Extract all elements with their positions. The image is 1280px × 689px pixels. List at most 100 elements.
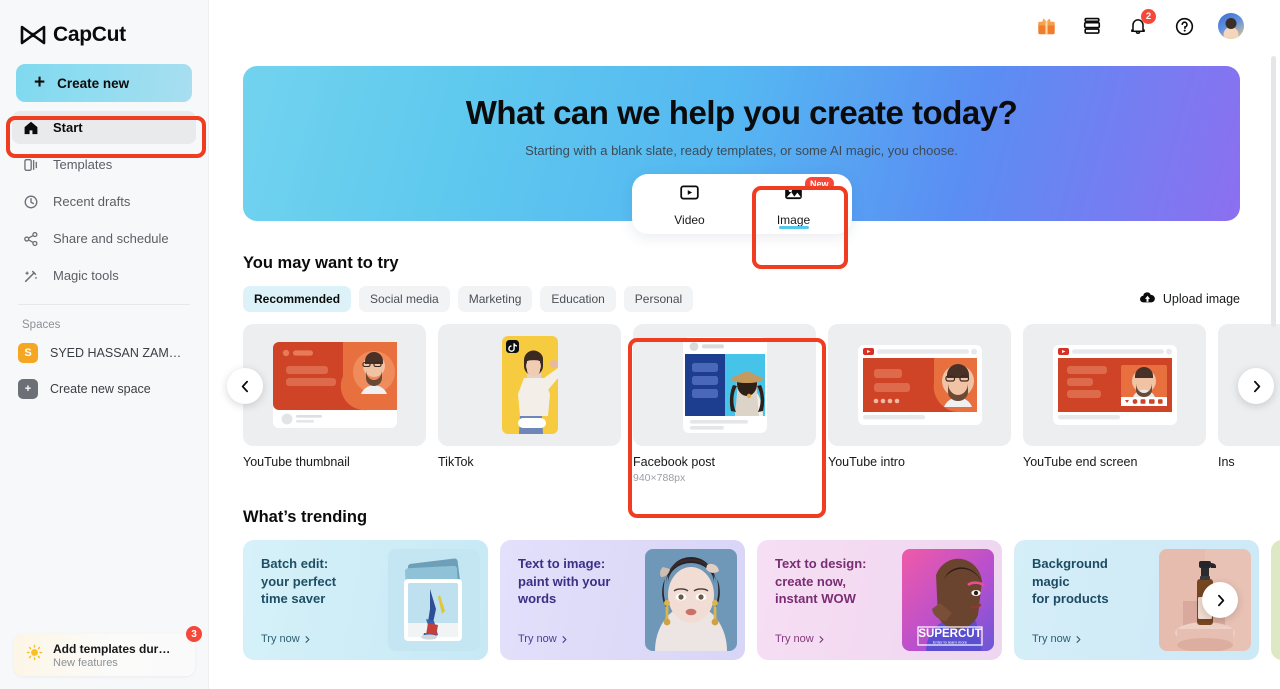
trending-cta-label: Try now xyxy=(518,633,557,645)
sidebar-item-start[interactable]: Start xyxy=(12,111,196,144)
svg-text:Enter to learn more: Enter to learn more xyxy=(933,640,968,645)
create-new-label: Create new xyxy=(57,75,130,91)
clock-icon xyxy=(22,193,40,211)
chip-education[interactable]: Education xyxy=(540,286,616,312)
topbar: 2 xyxy=(209,0,1280,52)
trending-card-batch-edit[interactable]: Batch edit: your perfect time saver Try … xyxy=(243,540,488,660)
chevron-right-icon xyxy=(819,635,824,643)
template-name: YouTube intro xyxy=(828,455,905,469)
mode-label: Image xyxy=(776,212,811,227)
hero-banner: What can we help you create today? Start… xyxy=(243,66,1240,234)
templates-carousel: YouTube thumbnail TikTok Facebook post 9… xyxy=(227,324,1280,486)
trending-cta[interactable]: Try now xyxy=(518,633,632,645)
template-thumbnail xyxy=(1023,324,1206,446)
trending-image: SUPERCUT Enter to learn more xyxy=(902,549,994,651)
template-thumbnail xyxy=(438,324,621,446)
plus-icon: + xyxy=(18,379,38,399)
chip-personal[interactable]: Personal xyxy=(623,286,694,312)
lightbulb-icon xyxy=(25,643,44,667)
sidebar-item-label: Share and schedule xyxy=(53,231,169,246)
space-name: SYED HASSAN ZAM… xyxy=(50,346,182,360)
app-logo[interactable]: CapCut xyxy=(0,0,208,52)
templates-icon xyxy=(22,156,40,174)
template-card-youtube-intro[interactable]: YouTube intro xyxy=(828,324,1011,484)
trending-title: Batch edit: your perfect time saver xyxy=(261,556,337,606)
sidebar-item-magic-tools[interactable]: Magic tools xyxy=(12,259,196,292)
create-new-button[interactable]: + Create new xyxy=(16,64,192,102)
trending-card-text-to-design[interactable]: Text to design: create now, instant WOW … xyxy=(757,540,1002,660)
user-avatar[interactable] xyxy=(1218,13,1244,39)
chevron-right-icon xyxy=(305,635,310,643)
template-card-facebook-post[interactable]: Facebook post 940×788px xyxy=(633,324,816,484)
trending-title: Text to image: paint with your words xyxy=(518,556,611,606)
gift-icon[interactable] xyxy=(1034,14,1058,38)
promo-card[interactable]: Add templates durin… New features 3 xyxy=(14,626,202,676)
chip-label: Education xyxy=(551,292,605,306)
template-card-tiktok[interactable]: TikTok xyxy=(438,324,621,484)
mode-image[interactable]: Image New xyxy=(742,175,846,233)
help-circle-icon[interactable] xyxy=(1172,14,1196,38)
chip-label: Marketing xyxy=(468,292,522,306)
mode-video[interactable]: Video xyxy=(638,175,742,233)
chip-social-media[interactable]: Social media xyxy=(359,286,450,312)
template-card-list: YouTube thumbnail TikTok Facebook post 9… xyxy=(243,324,1280,484)
active-mode-underline xyxy=(778,226,809,229)
trending-cta[interactable]: Try now xyxy=(1032,633,1146,645)
svg-text:SUPERCUT: SUPERCUT xyxy=(918,628,981,640)
trending-cta-label: Try now xyxy=(261,633,300,645)
carousel-prev-button[interactable] xyxy=(227,368,263,404)
template-name: Ins xyxy=(1218,455,1235,469)
template-card-instagram[interactable]: Ins xyxy=(1218,324,1280,484)
mode-switcher: Video Image New xyxy=(631,174,852,234)
page-title: What can we help you create today? xyxy=(465,94,1018,131)
vertical-scrollbar[interactable] xyxy=(1271,56,1276,327)
space-name: Create new space xyxy=(50,382,151,396)
magic-wand-icon xyxy=(22,267,40,285)
try-section-title: You may want to try xyxy=(243,254,399,272)
trending-next-button[interactable] xyxy=(1202,582,1238,618)
template-name: YouTube end screen xyxy=(1023,455,1138,469)
space-item-user[interactable]: S SYED HASSAN ZAM… xyxy=(0,337,208,369)
archive-box-icon[interactable] xyxy=(1080,14,1104,38)
template-name: YouTube thumbnail xyxy=(243,455,350,469)
upload-cloud-icon xyxy=(1139,290,1156,309)
promo-title: Add templates durin… xyxy=(53,641,171,656)
app-logo-text: CapCut xyxy=(53,22,126,46)
new-badge: New xyxy=(804,177,834,190)
trending-cta-label: Try now xyxy=(1032,633,1071,645)
spaces-label: Spaces xyxy=(22,319,61,331)
upload-image-label: Upload image xyxy=(1162,292,1240,306)
template-dimensions: 940×788px xyxy=(633,472,686,484)
chip-recommended[interactable]: Recommended xyxy=(243,286,352,312)
sidebar-item-label: Recent drafts xyxy=(53,194,131,209)
promo-subtitle: New features xyxy=(53,656,118,669)
trending-cta[interactable]: Try now xyxy=(261,633,375,645)
capcut-app: CapCut + Create new Start Templates Rece… xyxy=(0,0,1280,689)
chevron-left-icon xyxy=(241,380,248,392)
sidebar-item-share-and-schedule[interactable]: Share and schedule xyxy=(12,222,196,255)
template-thumbnail xyxy=(633,324,816,446)
trending-cta[interactable]: Try now xyxy=(775,633,889,645)
trending-image xyxy=(388,549,480,651)
template-card-youtube-end-screen[interactable]: YouTube end screen xyxy=(1023,324,1206,484)
template-card-youtube-thumbnail[interactable]: YouTube thumbnail xyxy=(243,324,426,484)
bell-icon[interactable]: 2 xyxy=(1126,9,1156,38)
mode-label: Video xyxy=(674,212,705,227)
chevron-right-icon xyxy=(562,635,567,643)
carousel-next-button[interactable] xyxy=(1238,368,1274,404)
chevron-right-icon xyxy=(1253,380,1260,392)
template-name: Facebook post xyxy=(633,455,715,469)
sidebar-item-recent-drafts[interactable]: Recent drafts xyxy=(12,185,196,218)
chip-marketing[interactable]: Marketing xyxy=(457,286,533,312)
template-thumbnail xyxy=(243,324,426,446)
trending-card-text-to-image[interactable]: Text to image: paint with your words Try… xyxy=(500,540,745,660)
trending-section-title: What’s trending xyxy=(243,508,368,526)
sidebar: CapCut + Create new Start Templates Rece… xyxy=(0,0,209,689)
create-new-space-button[interactable]: + Create new space xyxy=(0,373,208,405)
sidebar-item-templates[interactable]: Templates xyxy=(12,148,196,181)
hero-subtitle: Starting with a blank slate, ready templ… xyxy=(525,143,958,158)
upload-image-button[interactable]: Upload image xyxy=(1139,290,1240,309)
trending-card-partial[interactable] xyxy=(1271,540,1280,660)
share-icon xyxy=(22,230,40,248)
image-icon xyxy=(783,182,804,208)
